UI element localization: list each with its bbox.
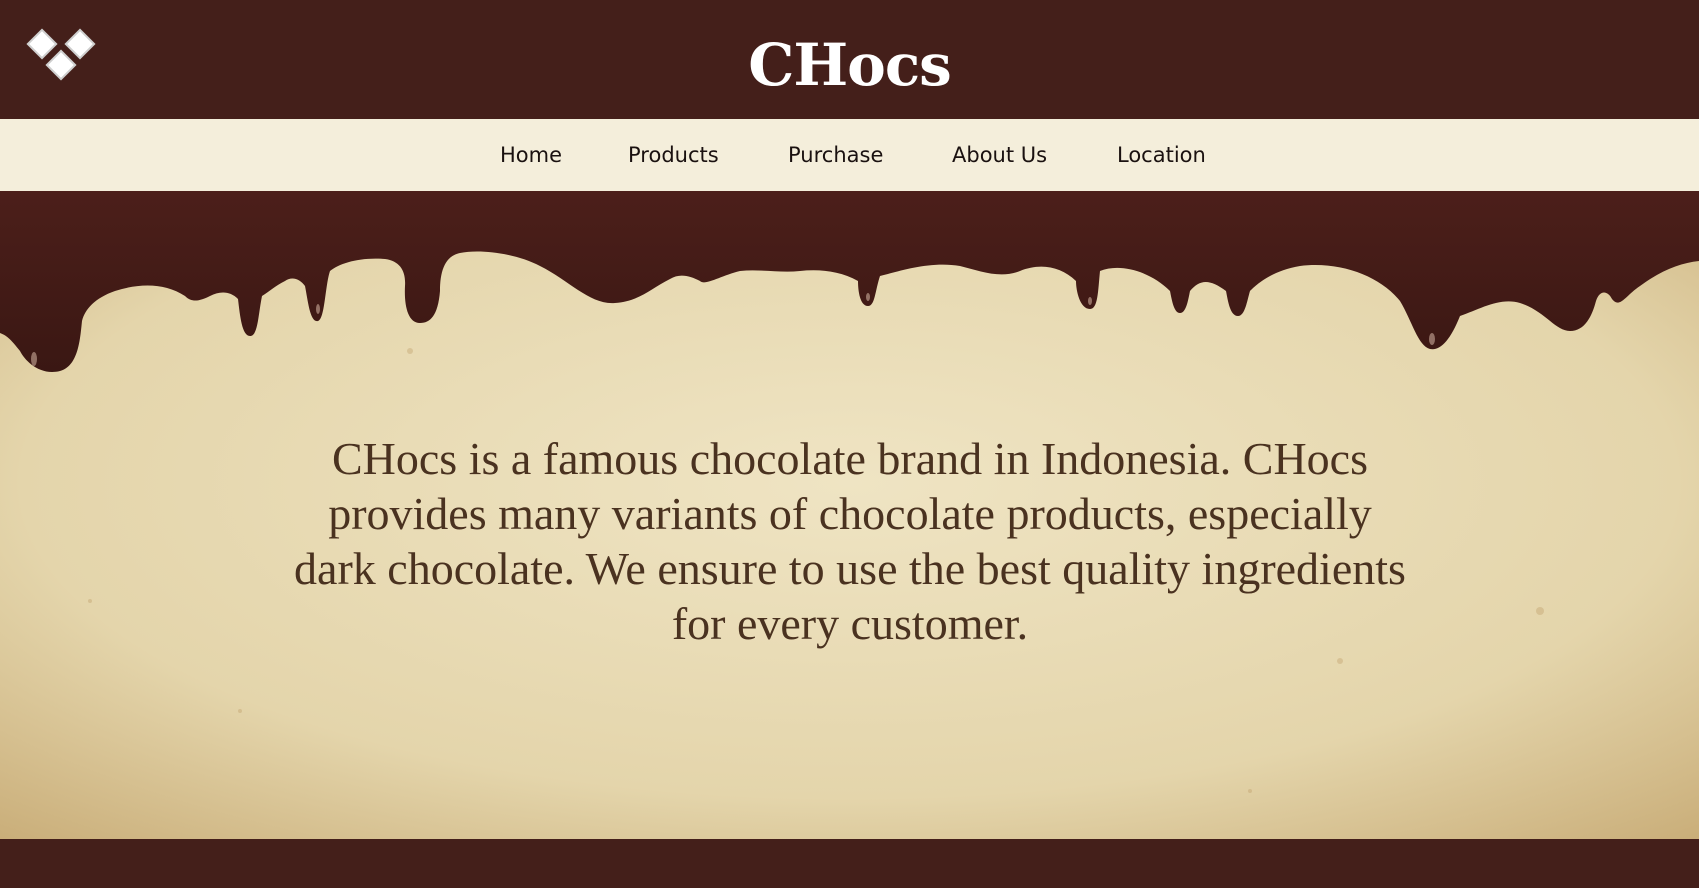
hero-banner: CHocs is a famous chocolate brand in Ind… bbox=[0, 191, 1699, 839]
nav-about-us-link[interactable]: About Us bbox=[952, 119, 1047, 191]
nav-products-link[interactable]: Products bbox=[628, 119, 719, 191]
site-header: CHocs bbox=[0, 0, 1699, 119]
nav-home-link[interactable]: Home bbox=[500, 119, 562, 191]
brand-title: CHocs bbox=[748, 31, 952, 99]
nav-location-link[interactable]: Location bbox=[1117, 119, 1206, 191]
nav-purchase-link[interactable]: Purchase bbox=[788, 119, 883, 191]
main-nav: Home Products Purchase About Us Location bbox=[0, 119, 1699, 191]
site-footer bbox=[0, 839, 1699, 888]
hero-description: CHocs is a famous chocolate brand in Ind… bbox=[294, 433, 1406, 649]
